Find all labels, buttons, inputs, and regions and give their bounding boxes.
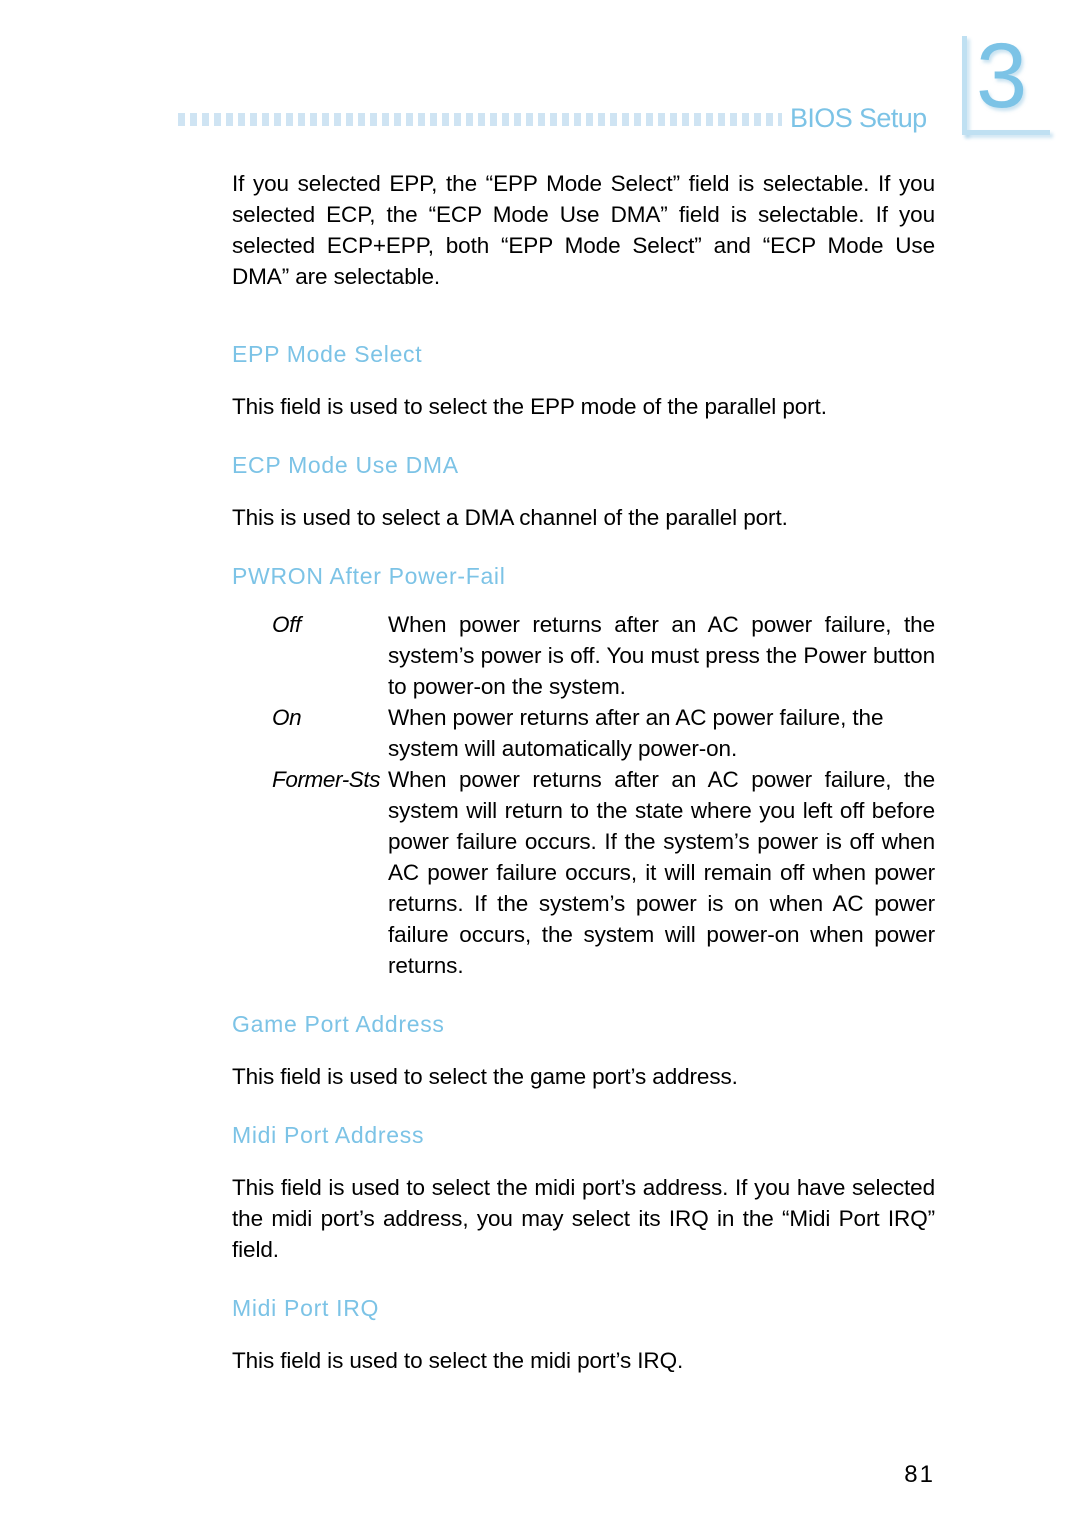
section-body-ecp-mode-use-dma: This is used to select a DMA channel of … — [232, 505, 788, 530]
intro-paragraph: If you selected EPP, the “EPP Mode Selec… — [232, 171, 935, 289]
page-number: 81 — [904, 1461, 935, 1488]
section-heading-midi-port-irq: Midi Port IRQ — [232, 1295, 380, 1321]
header-title: BIOS Setup — [790, 103, 927, 133]
section-body-game-port-address: This field is used to select the game po… — [232, 1064, 738, 1089]
section-body-midi-port-address: This field is used to select the midi po… — [232, 1175, 935, 1262]
page-header: BIOS Setup 3 — [0, 0, 1080, 150]
section-heading-epp-mode-select: EPP Mode Select — [232, 341, 423, 367]
pwron-option-description-on: When power returns after an AC power fai… — [388, 705, 884, 761]
pwron-option-row: Former-Sts When power returns after an A… — [272, 764, 935, 981]
pwron-option-row: On When power returns after an AC power … — [272, 702, 935, 764]
section-heading-midi-port-address: Midi Port Address — [232, 1122, 425, 1148]
pwron-option-list: Off When power returns after an AC power… — [232, 609, 935, 981]
page-content: If you selected EPP, the “EPP Mode Selec… — [232, 168, 935, 1376]
chapter-bracket-horizontal-rule — [962, 130, 1050, 135]
section-heading-ecp-mode-use-dma: ECP Mode Use DMA — [232, 452, 459, 478]
pwron-option-term-former-sts: Former-Sts — [272, 767, 381, 792]
section-body-epp-mode-select: This field is used to select the EPP mod… — [232, 394, 827, 419]
document-page: BIOS Setup 3 If you selected EPP, the “E… — [0, 0, 1080, 1529]
pwron-option-term-off: Off — [272, 612, 301, 637]
pwron-option-description-off: When power returns after an AC power fai… — [388, 612, 935, 699]
section-heading-pwron-after-power-fail: PWRON After Power-Fail — [232, 563, 506, 589]
chapter-marker: 3 — [958, 26, 1050, 136]
section-heading-game-port-address: Game Port Address — [232, 1011, 445, 1037]
header-dotted-rule — [178, 113, 782, 126]
pwron-option-description-former-sts: When power returns after an AC power fai… — [388, 767, 935, 978]
pwron-option-term-on: On — [272, 705, 302, 730]
chapter-number: 3 — [976, 25, 1028, 127]
chapter-bracket-vertical-rule — [962, 36, 967, 135]
section-body-midi-port-irq: This field is used to select the midi po… — [232, 1348, 684, 1373]
pwron-option-row: Off When power returns after an AC power… — [272, 609, 935, 702]
